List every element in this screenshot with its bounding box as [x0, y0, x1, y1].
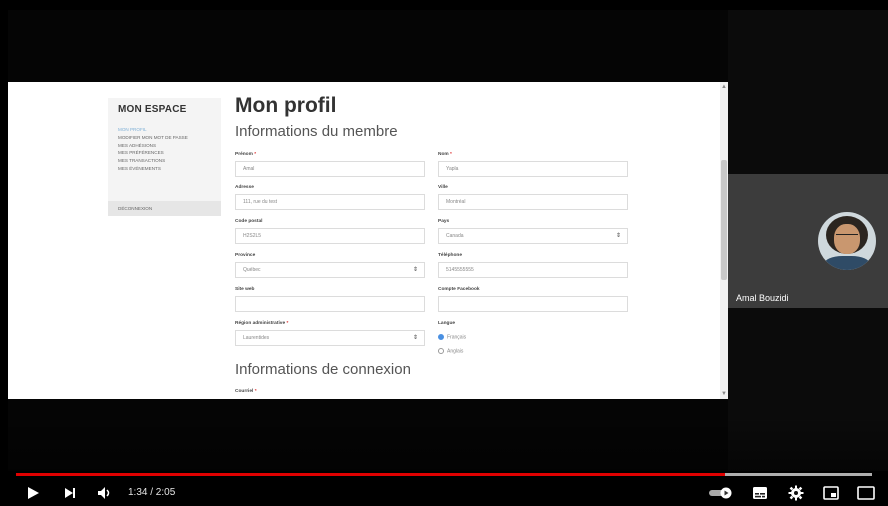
facebook-input[interactable]	[438, 296, 628, 312]
select-arrows-icon: ⇕	[615, 233, 621, 239]
label-ville: Ville	[438, 185, 448, 190]
next-icon[interactable]	[63, 486, 77, 500]
sidebar-logout: DÉCONNEXION	[108, 201, 221, 216]
logout-link[interactable]: DÉCONNEXION	[118, 206, 152, 211]
label-facebook: Compte Facebook	[438, 287, 480, 292]
shared-screen-bottom	[8, 399, 728, 471]
autoplay-toggle-icon[interactable]	[708, 487, 734, 499]
theater-icon[interactable]	[857, 486, 875, 500]
radio-unselected-icon	[438, 348, 444, 354]
pays-select-value: Canada	[446, 233, 464, 239]
select-arrows-icon: ⇕	[412, 335, 418, 341]
pays-select[interactable]: Canada ⇕	[438, 228, 628, 244]
page-scrollbar[interactable]: ▲ ▼	[720, 82, 728, 399]
section-title-login: Informations de connexion	[235, 361, 411, 378]
site-web-input[interactable]	[235, 296, 425, 312]
play-icon[interactable]	[26, 486, 40, 500]
prenom-input[interactable]: Amal	[235, 161, 425, 177]
radio-anglais[interactable]: Anglais	[438, 348, 463, 354]
scrollbar-thumb[interactable]	[721, 160, 727, 280]
sidebar-link-profile[interactable]: MON PROFIL	[118, 126, 218, 134]
sidebar-title: MON ESPACE	[118, 104, 187, 115]
sidebar-links: MON PROFIL MODIFIER MON MOT DE PASSE MES…	[118, 126, 218, 173]
adresse-input[interactable]: 111, rue du test	[235, 194, 425, 210]
miniplayer-icon[interactable]	[823, 486, 839, 500]
scroll-up-icon[interactable]: ▲	[721, 84, 727, 90]
label-province: Province	[235, 253, 256, 258]
label-langue: Langue	[438, 321, 456, 326]
page-title: Mon profil	[235, 94, 337, 117]
label-pays: Pays	[438, 219, 450, 224]
label-nom: Nom *	[438, 152, 452, 157]
sidebar-link-events[interactable]: MES ÉVÉNEMENTS	[118, 165, 218, 173]
label-site-web: Site web	[235, 287, 255, 292]
participant-avatar	[818, 212, 876, 270]
code-postal-input[interactable]: H2S2L5	[235, 228, 425, 244]
shared-webpage: MON ESPACE MON PROFIL MODIFIER MON MOT D…	[8, 82, 728, 399]
sidebar-link-memberships[interactable]: MES ADHÉSIONS	[118, 142, 218, 150]
time-display: 1:34 / 2:05	[128, 487, 176, 498]
province-select[interactable]: Québec ⇕	[235, 262, 425, 278]
account-sidebar: MON ESPACE MON PROFIL MODIFIER MON MOT D…	[108, 98, 221, 216]
label-courriel: Courriel *	[235, 389, 257, 394]
sidebar-link-password[interactable]: MODIFIER MON MOT DE PASSE	[118, 134, 218, 142]
progress-played	[16, 473, 725, 476]
region-select-value: Laurentides	[243, 335, 270, 341]
label-prenom: Prénom *	[235, 152, 257, 157]
label-adresse: Adresse	[235, 185, 254, 190]
label-telephone: Téléphone	[438, 253, 462, 258]
region-select[interactable]: Laurentides ⇕	[235, 330, 425, 346]
nom-input[interactable]: Yapla	[438, 161, 628, 177]
ville-input[interactable]: Montréal	[438, 194, 628, 210]
label-code-postal: Code postal	[235, 219, 263, 224]
shared-screen-top	[8, 10, 728, 82]
scroll-down-icon[interactable]: ▼	[721, 391, 727, 397]
subtitles-icon[interactable]	[752, 486, 768, 500]
settings-icon[interactable]	[788, 485, 804, 501]
sidebar-link-preferences[interactable]: MES PRÉFÉRENCES	[118, 149, 218, 157]
participant-name: Amal Bouzidi	[736, 293, 789, 303]
radio-selected-icon	[438, 334, 444, 340]
section-title-member: Informations du membre	[235, 123, 398, 140]
select-arrows-icon: ⇕	[412, 267, 418, 273]
label-region: Région administrative *	[235, 321, 289, 326]
sidebar-link-transactions[interactable]: MES TRANSACTIONS	[118, 157, 218, 165]
radio-francais[interactable]: Français	[438, 334, 466, 340]
province-select-value: Québec	[243, 267, 261, 273]
video-frame: MON ESPACE MON PROFIL MODIFIER MON MOT D…	[0, 0, 888, 506]
volume-icon[interactable]	[97, 486, 113, 500]
telephone-input[interactable]: 5145555555	[438, 262, 628, 278]
